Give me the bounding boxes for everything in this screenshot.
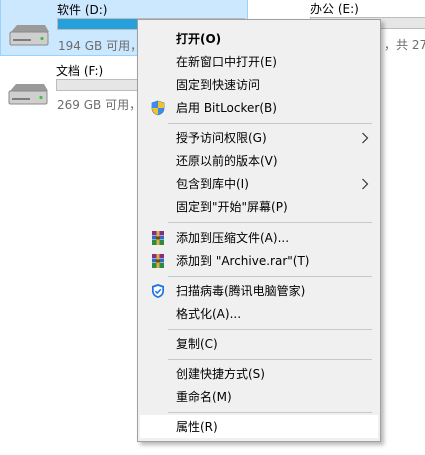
menu-item-label: 扫描病毒(腾讯电脑管家) xyxy=(176,284,306,298)
menu-item-pin-quick-access[interactable]: 固定到快速访问 xyxy=(140,73,378,96)
menu-item-create-shortcut[interactable]: 创建快捷方式(S) xyxy=(140,362,378,385)
menu-item-include-library[interactable]: 包含到库中(I) xyxy=(140,172,378,195)
menu-item-rename[interactable]: 重命名(M) xyxy=(140,385,378,408)
context-menu: 打开(O) 在新窗口中打开(E) 固定到快速访问 启用 BitLocker(B)… xyxy=(137,19,381,442)
menu-item-label: 固定到"开始"屏幕(P) xyxy=(176,200,288,214)
menu-item-label: 打开(O) xyxy=(176,32,222,46)
menu-item-label: 重命名(M) xyxy=(176,390,232,404)
menu-item-label: 格式化(A)... xyxy=(176,307,242,321)
menu-item-label: 固定到快速访问 xyxy=(176,78,261,92)
hard-drive-icon xyxy=(9,25,49,46)
menu-item-label: 复制(C) xyxy=(176,337,218,351)
menu-item-label: 添加到压缩文件(A)... xyxy=(176,231,290,245)
menu-item-add-archive-rar[interactable]: 添加到 "Archive.rar"(T) xyxy=(140,249,378,272)
menu-item-format[interactable]: 格式化(A)... xyxy=(140,302,378,325)
chevron-right-icon xyxy=(362,178,369,190)
menu-separator xyxy=(168,329,372,330)
menu-item-copy[interactable]: 复制(C) xyxy=(140,332,378,355)
menu-separator xyxy=(168,359,372,360)
menu-item-label: 创建快捷方式(S) xyxy=(176,367,265,381)
drive-free-space: ，共 27 xyxy=(384,38,425,52)
winrar-icon xyxy=(152,231,164,245)
menu-item-scan-virus[interactable]: 扫描病毒(腾讯电脑管家) xyxy=(140,279,378,302)
menu-separator xyxy=(168,276,372,277)
menu-separator xyxy=(168,123,372,124)
menu-separator xyxy=(168,222,372,223)
drive-free-space: 269 GB 可用， xyxy=(57,98,142,112)
menu-item-open[interactable]: 打开(O) xyxy=(140,27,378,50)
hard-drive-icon xyxy=(8,84,48,105)
menu-item-label: 启用 BitLocker(B) xyxy=(176,101,277,115)
drive-name: 文档 (F:) xyxy=(56,64,104,78)
menu-item-label: 还原以前的版本(V) xyxy=(176,154,278,168)
menu-item-label: 包含到库中(I) xyxy=(176,177,249,191)
drive-free-space: 194 GB 可用， xyxy=(58,39,143,53)
drive-name: 软件 (D:) xyxy=(57,3,108,17)
tencent-pc-manager-icon xyxy=(152,284,164,298)
menu-item-label: 在新窗口中打开(E) xyxy=(176,55,277,69)
winrar-icon xyxy=(152,254,164,268)
menu-item-label: 属性(R) xyxy=(176,420,218,434)
menu-item-label: 添加到 "Archive.rar"(T) xyxy=(176,254,310,268)
menu-item-properties[interactable]: 属性(R) xyxy=(140,415,378,438)
chevron-right-icon xyxy=(362,132,369,144)
menu-item-label: 授予访问权限(G) xyxy=(176,131,267,145)
menu-item-bitlocker[interactable]: 启用 BitLocker(B) xyxy=(140,96,378,119)
uac-shield-icon xyxy=(151,100,165,116)
drive-name: 办公 (E:) xyxy=(310,2,359,16)
menu-item-add-archive[interactable]: 添加到压缩文件(A)... xyxy=(140,226,378,249)
menu-item-open-new-window[interactable]: 在新窗口中打开(E) xyxy=(140,50,378,73)
menu-separator xyxy=(168,412,372,413)
menu-item-pin-start[interactable]: 固定到"开始"屏幕(P) xyxy=(140,195,378,218)
menu-item-grant-access[interactable]: 授予访问权限(G) xyxy=(140,126,378,149)
menu-item-restore-versions[interactable]: 还原以前的版本(V) xyxy=(140,149,378,172)
